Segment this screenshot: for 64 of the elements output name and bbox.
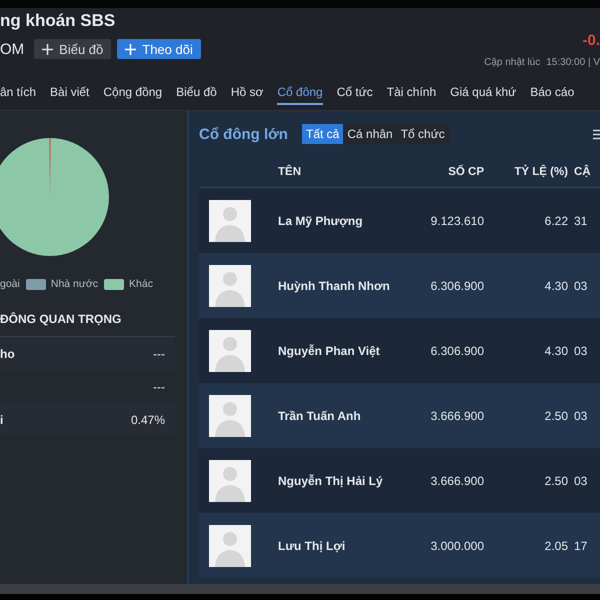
nav-tab[interactable]: Cộng đồng — [103, 78, 162, 104]
column-header: SỐ CP — [447, 166, 484, 178]
nav-tab[interactable]: Hồ sơ — [230, 78, 264, 104]
row-value: 0.47% — [130, 412, 165, 426]
table-cell-text: 3.666.900 — [430, 408, 484, 422]
avatar-icon — [209, 524, 251, 566]
row-value: --- — [153, 346, 165, 360]
legend-label: Khác — [129, 278, 153, 290]
column-header: TÊN — [278, 166, 302, 178]
table-cell-text: 6.306.900 — [430, 278, 484, 292]
legend-label: Nhà nước — [50, 278, 98, 290]
nav-tab[interactable]: ân tích — [0, 78, 36, 104]
table-cell-text: 2.50 — [544, 474, 568, 488]
table-cell-text: 4.30 — [544, 278, 568, 292]
plus-icon — [42, 44, 54, 54]
table-cell-text: Trần Tuấn Anh — [278, 408, 362, 422]
table-cell: 31 — [574, 214, 588, 228]
table-cell: 03 — [574, 278, 588, 292]
follow-button[interactable]: Theo dõi — [117, 39, 201, 59]
row-label: ho — [0, 346, 15, 360]
column-header: TỶ LỆ (%) — [513, 166, 568, 178]
table-cell-text: Nguyễn Phan Việt — [278, 344, 381, 358]
price-change: -0. — [582, 32, 600, 49]
exchange-label: OM — [0, 40, 24, 58]
table-cell-text: Lưu Thị Lợi — [278, 538, 346, 552]
table-cell-text: 6.22 — [544, 214, 568, 228]
nav-tab[interactable]: Giá quá khứ — [450, 78, 516, 104]
row-value: --- — [153, 380, 165, 394]
table-cell-text: Huỳnh Thanh Nhơn — [278, 278, 391, 292]
table-cell-text: 4.30 — [544, 344, 568, 358]
table-cell-text: La Mỹ Phượng — [278, 214, 364, 228]
nav-tab[interactable]: Báo cáo — [530, 78, 574, 104]
legend-label: goài — [0, 278, 20, 290]
avatar-icon — [209, 394, 251, 436]
table-cell-text: 3.666.900 — [430, 474, 484, 488]
table-cell-text: 3.000.000 — [430, 538, 484, 552]
table-cell: 03 — [574, 408, 588, 422]
updated-time: 15:30:00 | V — [546, 57, 600, 68]
nav-tab[interactable]: Cổ tức — [336, 78, 373, 104]
plus-icon — [125, 44, 136, 54]
table-cell: 03 — [574, 344, 588, 358]
stock-title: ng khoán SBS — [0, 11, 116, 31]
table-cell: 03 — [574, 474, 588, 488]
nav-tab[interactable]: Biểu đồ — [176, 78, 217, 104]
table-cell: 17 — [574, 538, 588, 552]
filter-tab[interactable]: Tất cả — [302, 124, 344, 144]
section-title: Cổ đông lớn — [199, 126, 288, 142]
table-cell-text: 6.306.900 — [430, 344, 484, 358]
row-label: i — [0, 412, 4, 426]
table-cell-text: 9.123.610 — [430, 214, 484, 228]
chart-button[interactable]: Biểu đồ — [34, 39, 112, 59]
updated-label: Cập nhật lúc — [484, 57, 540, 68]
table-cell-text: 2.50 — [544, 408, 568, 422]
column-header: CẬ — [574, 166, 591, 178]
avatar-icon — [209, 460, 251, 502]
table-cell-text: 2.05 — [544, 538, 568, 552]
nav-tab[interactable]: Bài viết — [50, 78, 90, 104]
nav-tab[interactable]: Cổ đông — [277, 78, 323, 104]
nav-tab[interactable]: Tài chính — [386, 78, 436, 104]
avatar-icon — [209, 200, 251, 242]
avatar-icon — [209, 264, 251, 306]
avatar-icon — [209, 330, 251, 372]
menu-icon[interactable] — [593, 128, 600, 140]
table-cell-text: Nguyễn Thị Hải Lý — [278, 474, 384, 488]
